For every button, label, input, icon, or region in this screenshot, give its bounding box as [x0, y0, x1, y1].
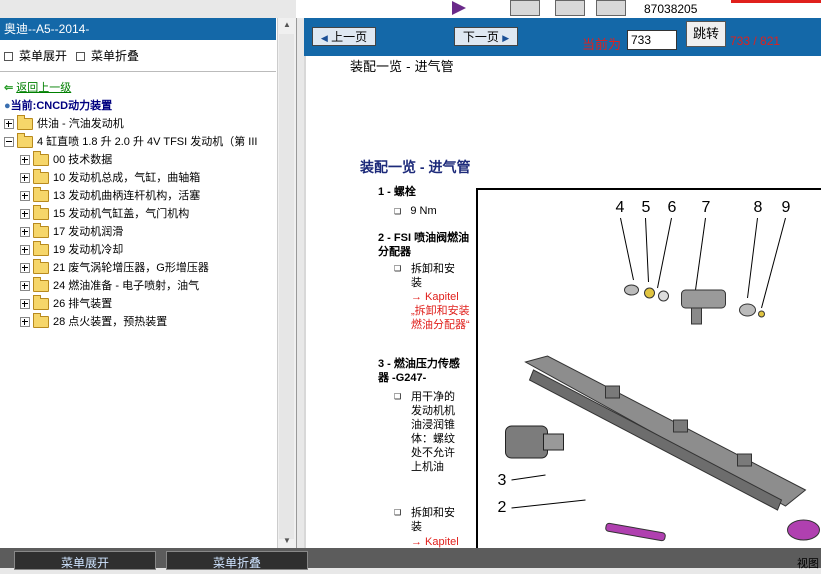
view-label: 视图	[797, 558, 819, 570]
document-page: 装配一览 - 进气管 装配一览 - 进气管 1 - 螺栓 ❑ 9 Nm 2 - …	[304, 56, 821, 550]
folder-open-icon	[17, 133, 33, 149]
scroll-up-icon[interactable]: ▲	[278, 18, 296, 32]
kapitel-link[interactable]: → Kapitel „拆卸和安装燃油分配器“	[411, 290, 471, 332]
expand-toggle-icon[interactable]	[20, 281, 30, 292]
collapse-toggle-icon[interactable]	[4, 137, 14, 148]
toolbar-button-1[interactable]	[510, 0, 540, 16]
square-bullet-icon: ❑	[394, 508, 402, 517]
callout-7: 7	[702, 199, 711, 216]
toolbar-button-2[interactable]	[555, 0, 585, 16]
callout-2: 2	[498, 499, 507, 516]
expand-menu-button[interactable]: 菜单展开	[4, 47, 67, 64]
next-page-button[interactable]: 下一页 ▶	[454, 27, 518, 46]
tree-item[interactable]: 15 发动机气缸盖，气门机构	[20, 205, 189, 223]
callout-6: 6	[668, 199, 677, 216]
tree-item[interactable]: 00 技术数据	[20, 151, 112, 169]
callout-5: 5	[642, 199, 651, 216]
tree-item[interactable]: 10 发动机总成，气缸，曲轴箱	[20, 169, 200, 187]
jump-button[interactable]: 跳转	[686, 21, 726, 47]
folder-icon	[33, 277, 49, 293]
scroll-down-icon[interactable]: ▼	[278, 534, 296, 548]
callout-9: 9	[782, 199, 791, 216]
tree-item[interactable]: 供油 - 汽油发动机	[4, 115, 124, 133]
folder-icon	[33, 241, 49, 257]
intake-illustration: 4 5 6 7 8 9 3 2	[476, 188, 821, 550]
expand-toggle-icon[interactable]	[20, 299, 30, 310]
current-page-label: 当前为	[582, 37, 622, 52]
folder-icon	[33, 187, 49, 203]
purple-arrow-icon[interactable]	[452, 1, 466, 15]
prev-page-button[interactable]: ◀ 上一页	[312, 27, 376, 46]
expand-toggle-icon[interactable]	[20, 263, 30, 274]
list-item-bullet: ❑ 9 Nm	[394, 205, 437, 217]
tree-item[interactable]: 4 缸直喷 1.8 升 2.0 升 4V TFSI 发动机（第 III	[4, 133, 257, 151]
doc-header: 装配一览 - 进气管	[350, 60, 454, 75]
nav-bar: ◀ 上一页 下一页 ▶ 当前为 跳转 733 / 821	[304, 18, 821, 56]
callout-3: 3	[498, 472, 507, 489]
list-item: 3 - 燃油压力传感器 -G247-	[378, 358, 460, 384]
back-link[interactable]: ⇐ 返回上一级	[4, 80, 71, 97]
top-strip: 87038205	[296, 0, 821, 18]
collapse-icon	[76, 52, 85, 62]
toolbar-button-3[interactable]	[596, 0, 626, 16]
section-title: 装配一览 - 进气管	[360, 159, 471, 175]
tree-item[interactable]: 13 发动机曲柄连杆机构，活塞	[20, 187, 200, 205]
list-item-bullet: ❑ 用干净的发动机机油浸润锥体：螺纹处不允许上机油	[394, 391, 455, 473]
back-arrow-icon: ⇐	[4, 82, 14, 94]
scroll-thumb[interactable]	[279, 34, 294, 539]
folder-icon	[33, 313, 49, 329]
folder-icon	[17, 115, 33, 131]
red-bar	[731, 0, 821, 3]
right-triangle-icon: ▶	[502, 33, 510, 43]
callout-8: 8	[754, 199, 763, 216]
folder-icon	[33, 295, 49, 311]
page-input[interactable]	[627, 30, 677, 50]
expand-toggle-icon[interactable]	[20, 245, 30, 256]
page-count: 733 / 821	[730, 34, 781, 48]
doc-number: 87038205	[644, 2, 698, 16]
tree-item[interactable]: 26 排气装置	[20, 295, 112, 313]
expand-toggle-icon[interactable]	[20, 317, 30, 328]
tree-item[interactable]: 24 燃油准备 - 电子喷射，油气	[20, 277, 199, 295]
expand-toggle-icon[interactable]	[20, 191, 30, 202]
kapitel-link[interactable]: → Kapitel	[411, 535, 459, 549]
folder-icon	[33, 223, 49, 239]
divider	[0, 71, 276, 72]
expand-toggle-icon[interactable]	[20, 173, 30, 184]
expand-toggle-icon[interactable]	[20, 155, 30, 166]
tree-item[interactable]: 19 发动机冷却	[20, 241, 123, 259]
folder-icon	[33, 205, 49, 221]
folder-icon	[33, 169, 49, 185]
tree-item[interactable]: 21 废气涡轮增压器，G形增压器	[20, 259, 209, 277]
tree-item[interactable]: 28 点火装置，预热装置	[20, 313, 167, 331]
folder-icon	[33, 151, 49, 167]
collapse-menu-button[interactable]: 菜单折叠	[76, 47, 139, 64]
list-item: 1 - 螺栓	[378, 186, 416, 198]
expand-toggle-icon[interactable]	[4, 119, 14, 130]
left-triangle-icon: ◀	[320, 33, 328, 43]
bottom-collapse-button[interactable]: 菜单折叠	[166, 551, 308, 570]
tree-item[interactable]: 17 发动机润滑	[20, 223, 123, 241]
bottom-bar: 菜单展开 菜单折叠 视图	[0, 548, 821, 570]
list-item-bullet: ❑ 拆卸和安装	[394, 507, 455, 533]
left-panel: 奥迪--A5--2014- 菜单展开 菜单折叠 ⇐ 返回上一级 ●当前:CNCD动…	[0, 18, 297, 548]
person-icon: ●	[4, 100, 11, 112]
list-item-bullet: ❑ 拆卸和安装	[394, 263, 455, 289]
current-node: ●当前:CNCD动力装置	[4, 100, 113, 112]
folder-icon	[33, 259, 49, 275]
expand-toggle-icon[interactable]	[20, 227, 30, 238]
square-bullet-icon: ❑	[394, 392, 402, 401]
callout-4: 4	[616, 199, 625, 216]
expand-toggle-icon[interactable]	[20, 209, 30, 220]
panel-title: 奥迪--A5--2014-	[0, 18, 276, 40]
expand-icon	[4, 52, 13, 62]
square-bullet-icon: ❑	[394, 264, 402, 273]
square-bullet-icon: ❑	[394, 207, 402, 216]
list-item: 2 - FSI 喷油阀燃油分配器	[378, 232, 470, 258]
bottom-expand-button[interactable]: 菜单展开	[14, 551, 156, 570]
document-panel: ◀ 上一页 下一页 ▶ 当前为 跳转 733 / 821 装配一览 - 进气管 …	[304, 18, 821, 550]
left-scrollbar[interactable]: ▲ ▼	[277, 18, 296, 548]
